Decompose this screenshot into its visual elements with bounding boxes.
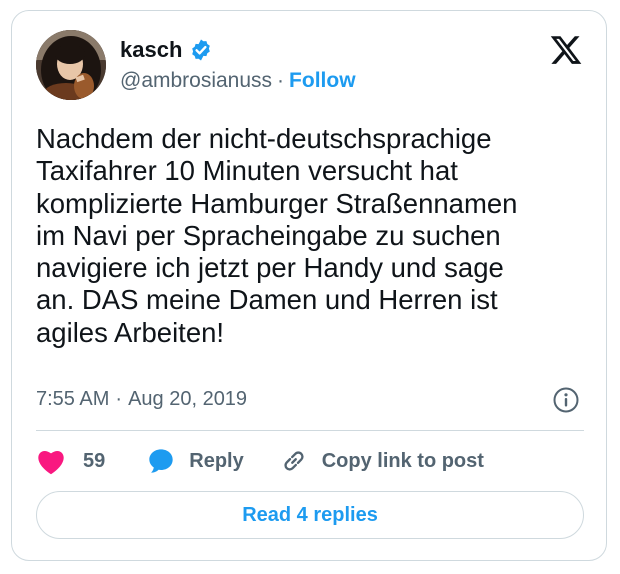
action-bar: 59 Reply Copy link to post: [36, 446, 484, 476]
copy-link-button[interactable]: Copy link to post: [280, 447, 484, 475]
like-button[interactable]: 59: [36, 447, 105, 475]
avatar-image: [36, 30, 106, 100]
copy-link-label: Copy link to post: [321, 449, 484, 472]
separator-dot: ·: [277, 69, 285, 92]
author-name-row: kasch: [120, 37, 213, 63]
link-icon: [284, 451, 304, 471]
tweet-time[interactable]: 7:55 AM: [36, 388, 109, 411]
author-handle[interactable]: @ambrosianuss: [120, 69, 272, 93]
divider: [36, 430, 584, 431]
tweet-text: Nachdem der nicht-deutschsprachige Taxif…: [36, 123, 518, 348]
read-replies-button[interactable]: Read 4 replies: [36, 491, 584, 539]
heart-icon: [38, 450, 64, 475]
reply-button[interactable]: Reply: [147, 447, 244, 475]
tweet-timestamp[interactable]: 7:55 AM · Aug 20, 2019: [36, 388, 247, 411]
follow-button[interactable]: Follow: [289, 69, 356, 93]
tweet-date[interactable]: Aug 20, 2019: [128, 388, 247, 411]
info-icon[interactable]: [552, 386, 580, 414]
read-replies-label: Read 4 replies: [242, 503, 378, 526]
avatar[interactable]: [36, 30, 106, 100]
author-handle-row: @ambrosianuss · Follow: [120, 69, 356, 93]
timestamp-separator: ·: [115, 388, 123, 410]
like-count: 59: [83, 449, 106, 472]
speech-bubble-icon: [149, 449, 173, 473]
verified-badge-icon: [192, 39, 211, 61]
author-name[interactable]: kasch: [120, 37, 182, 63]
x-logo-icon[interactable]: [549, 33, 583, 67]
reply-label: Reply: [189, 449, 244, 472]
